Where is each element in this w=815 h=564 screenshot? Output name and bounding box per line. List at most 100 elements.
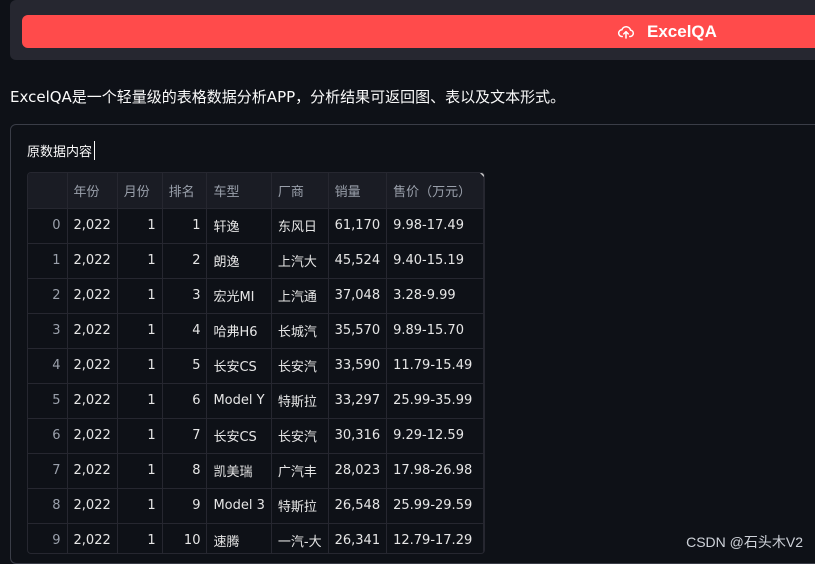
table-cell[interactable]: 2 [162,243,208,279]
table-cell[interactable]: 上汽通 [271,278,329,314]
table-cell[interactable]: 2,022 [67,278,118,314]
table-cell[interactable]: 1 [117,348,163,384]
table-cell[interactable]: 11.79-15.49 [386,348,484,384]
table-cell[interactable]: 长安汽 [271,348,329,384]
table-cell[interactable]: 26,548 [328,488,388,524]
column-header[interactable]: 销量 [328,173,388,209]
table-row[interactable]: 4 2,022 1 5 长安CS 长安汽 33,590 11.79-15.49 [28,348,484,384]
table-cell[interactable]: 9.98-17.49 [386,208,484,244]
column-header[interactable]: 车型 [206,173,272,209]
table-cell[interactable]: 2,022 [67,523,118,553]
table-cell[interactable]: 1 [117,453,163,489]
table-cell[interactable]: 凯美瑞 [206,453,272,489]
row-index[interactable]: 0 [28,208,68,244]
table-cell[interactable]: 9.40-15.19 [386,243,484,279]
table-cell[interactable]: Model Y [206,383,272,419]
table-cell[interactable]: 2,022 [67,383,118,419]
table-cell[interactable]: 2,022 [67,348,118,384]
table-cell[interactable]: 1 [117,313,163,349]
column-header[interactable]: 厂商 [271,173,329,209]
column-header[interactable]: 年份 [67,173,118,209]
table-cell[interactable]: 8 [162,453,208,489]
table-cell[interactable]: 3 [162,278,208,314]
table-row[interactable]: 8 2,022 1 9 Model 3 特斯拉 26,548 25.99-29.59 [28,488,484,524]
table-cell[interactable]: 33,590 [328,348,388,384]
data-table[interactable]: 年份 月份 排名 车型 厂商 销量 售价（万元） 0 2,022 1 1 轩逸 东风日 61,170 9.… [27,172,485,554]
row-index[interactable]: 8 [28,488,68,524]
table-cell[interactable]: 特斯拉 [271,383,329,419]
table-row[interactable]: 9 2,022 1 10 速腾 一汽-大 26,341 12.79-17.29 [28,523,484,553]
table-cell[interactable]: 1 [117,523,163,553]
table-cell[interactable]: 1 [117,278,163,314]
row-index[interactable]: 7 [28,453,68,489]
table-cell[interactable]: 东风日 [271,208,329,244]
table-cell[interactable]: 3.28-9.99 [386,278,484,314]
table-cell[interactable]: 6 [162,383,208,419]
table-cell[interactable]: 速腾 [206,523,272,553]
table-cell[interactable]: 朗逸 [206,243,272,279]
table-cell[interactable]: 长安汽 [271,418,329,454]
table-cell[interactable]: 9.89-15.70 [386,313,484,349]
row-index[interactable]: 3 [28,313,68,349]
row-index[interactable]: 4 [28,348,68,384]
column-header[interactable]: 售价（万元） [386,173,484,209]
table-row[interactable]: 0 2,022 1 1 轩逸 东风日 61,170 9.98-17.49 [28,208,484,244]
table-cell[interactable]: 9 [162,488,208,524]
table-cell[interactable]: 35,570 [328,313,388,349]
table-row[interactable]: 3 2,022 1 4 哈弗H6 长城汽 35,570 9.89-15.70 [28,313,484,349]
table-cell[interactable]: 2,022 [67,208,118,244]
table-cell[interactable]: 17.98-26.98 [386,453,484,489]
table-cell[interactable]: 上汽大 [271,243,329,279]
table-cell[interactable]: 特斯拉 [271,488,329,524]
table-cell[interactable]: 2,022 [67,453,118,489]
table-cell[interactable]: 37,048 [328,278,388,314]
table-row[interactable]: 7 2,022 1 8 凯美瑞 广汽丰 28,023 17.98-26.98 [28,453,484,489]
table-row[interactable]: 2 2,022 1 3 宏光MI 上汽通 37,048 3.28-9.99 [28,278,484,314]
row-index[interactable]: 2 [28,278,68,314]
table-cell[interactable]: 2,022 [67,488,118,524]
table-cell[interactable]: 长安CS [206,418,272,454]
table-cell[interactable]: 5 [162,348,208,384]
table-cell[interactable]: 7 [162,418,208,454]
table-row[interactable]: 1 2,022 1 2 朗逸 上汽大 45,524 9.40-15.19 [28,243,484,279]
table-cell[interactable]: 1 [117,418,163,454]
row-index[interactable]: 6 [28,418,68,454]
table-cell[interactable]: Model 3 [206,488,272,524]
table-cell[interactable]: 长安CS [206,348,272,384]
table-cell[interactable]: 2,022 [67,313,118,349]
table-cell[interactable]: 25.99-29.59 [386,488,484,524]
table-cell[interactable]: 轩逸 [206,208,272,244]
excelqa-button[interactable]: ExcelQA [22,15,815,48]
table-cell[interactable]: 1 [117,383,163,419]
table-cell[interactable]: 1 [117,488,163,524]
table-cell[interactable]: 9.29-12.59 [386,418,484,454]
table-cell[interactable]: 1 [117,243,163,279]
table-cell[interactable]: 1 [117,208,163,244]
row-index[interactable]: 1 [28,243,68,279]
table-cell[interactable]: 广汽丰 [271,453,329,489]
resize-handle[interactable] [478,173,484,181]
column-header[interactable]: 月份 [117,173,163,209]
table-cell[interactable]: 61,170 [328,208,388,244]
column-header[interactable] [28,173,68,209]
table-cell[interactable]: 26,341 [328,523,388,553]
table-row[interactable]: 5 2,022 1 6 Model Y 特斯拉 33,297 25.99-35.99 [28,383,484,419]
table-cell[interactable]: 25.99-35.99 [386,383,484,419]
table-cell[interactable]: 4 [162,313,208,349]
table-cell[interactable]: 45,524 [328,243,388,279]
column-header[interactable]: 排名 [162,173,208,209]
table-cell[interactable]: 10 [162,523,208,553]
table-cell[interactable]: 2,022 [67,243,118,279]
table-cell[interactable]: 哈弗H6 [206,313,272,349]
table-cell[interactable]: 2,022 [67,418,118,454]
table-cell[interactable]: 长城汽 [271,313,329,349]
row-index[interactable]: 5 [28,383,68,419]
table-row[interactable]: 6 2,022 1 7 长安CS 长安汽 30,316 9.29-12.59 [28,418,484,454]
row-index[interactable]: 9 [28,523,68,553]
table-cell[interactable]: 1 [162,208,208,244]
table-cell[interactable]: 30,316 [328,418,388,454]
table-cell[interactable]: 12.79-17.29 [386,523,484,553]
table-cell[interactable]: 33,297 [328,383,388,419]
table-cell[interactable]: 一汽-大 [271,523,329,553]
table-cell[interactable]: 宏光MI [206,278,272,314]
